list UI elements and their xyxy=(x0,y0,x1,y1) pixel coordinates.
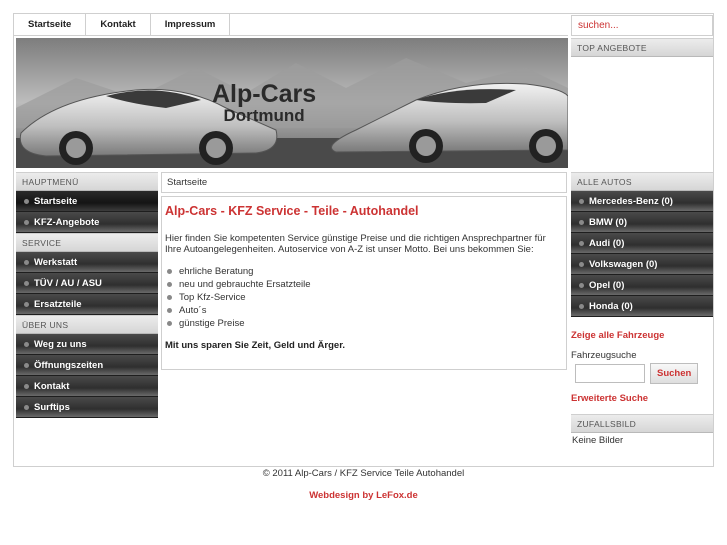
breadcrumb: Startseite xyxy=(161,172,567,193)
show-all-vehicles-link[interactable]: Zeige alle Fahrzeuge xyxy=(571,330,713,341)
menu-item-label: KFZ-Angebote xyxy=(34,217,100,228)
bullet-icon xyxy=(579,219,584,225)
bullet-icon xyxy=(24,280,29,286)
menu-item-label: Öffnungszeiten xyxy=(34,360,104,371)
list-item: neu und gebrauchte Ersatzteile xyxy=(165,278,563,291)
no-images-text: Keine Bilder xyxy=(572,435,624,446)
brand-item-opel[interactable]: Opel (0) xyxy=(571,275,713,296)
menu-item-weg-zu-uns[interactable]: Weg zu uns xyxy=(16,334,158,355)
nav-startseite[interactable]: Startseite xyxy=(14,14,87,36)
brand-item-honda[interactable]: Honda (0) xyxy=(571,296,713,317)
section-heading-zufallsbild: ZUFALLSBILD xyxy=(571,414,713,433)
brand-label: Opel (0) xyxy=(589,280,625,291)
vehicle-search-row: Suchen xyxy=(571,363,713,384)
section-heading-ueber-uns: ÜBER UNS xyxy=(16,315,158,334)
brand-item-volkswagen[interactable]: Volkswagen (0) xyxy=(571,254,713,275)
list-item: ehrliche Beratung xyxy=(165,265,563,278)
section-heading-service: SERVICE xyxy=(16,233,158,252)
bullet-icon xyxy=(24,383,29,389)
bullet-icon xyxy=(24,404,29,410)
bullet-icon xyxy=(579,261,584,267)
bullet-icon xyxy=(24,301,29,307)
section-heading-top-angebote: TOP ANGEBOTE xyxy=(571,38,713,57)
right-sidebar: TOP ANGEBOTE ALLE AUTOS Mercedes-Benz (0… xyxy=(571,38,713,446)
menu-item-ersatzteile[interactable]: Ersatzteile xyxy=(16,294,158,315)
logo-line-1: Alp-Cars xyxy=(212,80,317,108)
left-sidebar: HAUPTMENÜ Startseite KFZ-Angebote SERVIC… xyxy=(16,172,158,418)
list-item: Top Kfz-Service xyxy=(165,291,563,304)
menu-item-tuev[interactable]: TÜV / AU / ASU xyxy=(16,273,158,294)
brand-label: Audi (0) xyxy=(589,238,625,249)
intro-text: Hier finden Sie kompetenten Service güns… xyxy=(165,233,546,255)
menu-item-oeffnungszeiten[interactable]: Öffnungszeiten xyxy=(16,355,158,376)
menu-item-startseite[interactable]: Startseite xyxy=(16,191,158,212)
bullet-icon xyxy=(579,198,584,204)
section-heading-hauptmenue: HAUPTMENÜ xyxy=(16,172,158,191)
brand-item-bmw[interactable]: BMW (0) xyxy=(571,212,713,233)
bullet-icon xyxy=(579,240,584,246)
top-navigation: Startseite Kontakt Impressum xyxy=(14,14,568,36)
site-search-input[interactable]: suchen... xyxy=(571,15,713,36)
bullet-icon xyxy=(24,362,29,368)
bullet-icon xyxy=(579,303,584,309)
bullet-icon xyxy=(24,259,29,265)
brand-item-audi[interactable]: Audi (0) xyxy=(571,233,713,254)
site-logo: Alp-Cars Dortmund xyxy=(212,82,316,125)
list-item: günstige Preise xyxy=(165,317,563,330)
menu-item-werkstatt[interactable]: Werkstatt xyxy=(16,252,158,273)
advanced-search-link[interactable]: Erweiterte Suche xyxy=(571,393,713,404)
main-content: Alp-Cars - KFZ Service - Teile - Autohan… xyxy=(161,196,567,370)
vehicle-search-label: Fahrzeugsuche xyxy=(571,350,637,361)
nav-kontakt[interactable]: Kontakt xyxy=(86,14,151,36)
top-offers-panel: TOP ANGEBOTE xyxy=(571,38,713,168)
menu-item-label: TÜV / AU / ASU xyxy=(34,278,102,289)
page-title: Alp-Cars - KFZ Service - Teile - Autohan… xyxy=(165,204,419,218)
brand-label: Volkswagen (0) xyxy=(589,259,658,270)
bullet-icon xyxy=(24,341,29,347)
menu-item-label: Kontakt xyxy=(34,381,70,392)
closing-text: Mit uns sparen Sie Zeit, Geld und Ärger. xyxy=(165,340,346,351)
brand-item-mercedes[interactable]: Mercedes-Benz (0) xyxy=(571,191,713,212)
footer-copyright: © 2011 Alp-Cars / KFZ Service Teile Auto… xyxy=(262,468,465,479)
vehicle-search-input[interactable] xyxy=(575,364,645,383)
vehicle-search-button[interactable]: Suchen xyxy=(650,363,699,384)
list-item: Auto´s xyxy=(165,304,563,317)
brand-label: Mercedes-Benz (0) xyxy=(589,196,673,207)
bullet-icon xyxy=(579,282,584,288)
bullet-icon xyxy=(24,198,29,204)
menu-item-label: Ersatzteile xyxy=(34,299,82,310)
menu-item-kfz-angebote[interactable]: KFZ-Angebote xyxy=(16,212,158,233)
bullet-icon xyxy=(24,219,29,225)
benefits-list: ehrliche Beratung neu und gebrauchte Ers… xyxy=(165,265,563,330)
logo-line-2: Dortmund xyxy=(223,106,305,125)
menu-item-label: Startseite xyxy=(34,196,78,207)
brand-label: BMW (0) xyxy=(589,217,627,228)
footer-credit-link[interactable]: Webdesign by LeFox.de xyxy=(0,490,727,501)
nav-impressum[interactable]: Impressum xyxy=(151,14,231,36)
menu-item-kontakt[interactable]: Kontakt xyxy=(16,376,158,397)
menu-item-label: Surftips xyxy=(34,402,70,413)
menu-item-surftips[interactable]: Surftips xyxy=(16,397,158,418)
menu-item-label: Werkstatt xyxy=(34,257,78,268)
section-heading-alle-autos: ALLE AUTOS xyxy=(571,172,713,191)
brand-label: Honda (0) xyxy=(589,301,633,312)
header-banner: Alp-Cars Dortmund xyxy=(16,38,568,168)
menu-item-label: Weg zu uns xyxy=(34,339,87,350)
